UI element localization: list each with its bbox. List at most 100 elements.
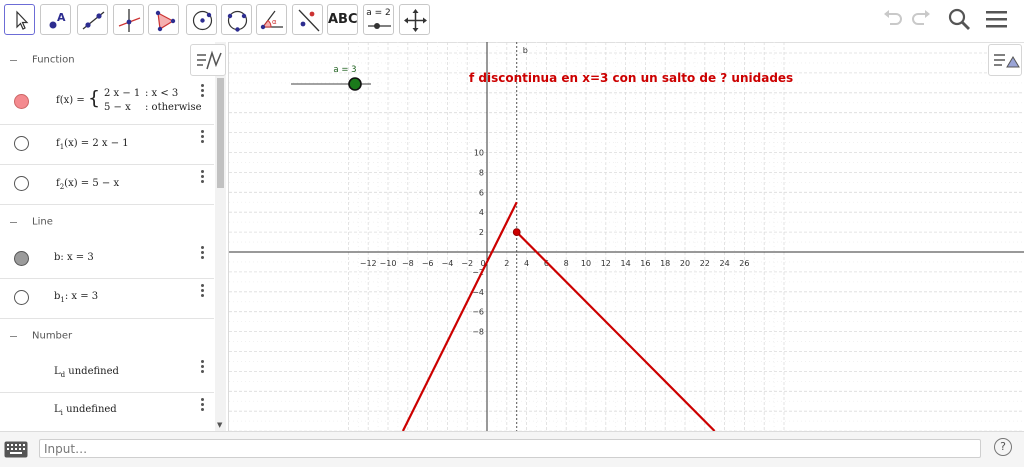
redo-icon[interactable] bbox=[910, 6, 932, 28]
visibility-toggle-icon[interactable] bbox=[14, 251, 29, 266]
polygon-tool[interactable] bbox=[148, 4, 179, 35]
algebra-item-b1[interactable]: b1: x = 3 bbox=[0, 278, 214, 319]
x-tick-label: −8 bbox=[402, 259, 414, 268]
graphics-view-style-icon bbox=[994, 54, 1020, 68]
line-tool[interactable] bbox=[77, 4, 108, 35]
case-2-condition: : otherwise bbox=[145, 102, 202, 113]
input-bar bbox=[0, 431, 1024, 467]
annotation-text: f discontinua en x=3 con un salto de ? u… bbox=[469, 71, 793, 85]
circle-center-icon bbox=[192, 10, 213, 31]
case-2-expression: 5 − x bbox=[104, 102, 131, 113]
x-tick-label: 18 bbox=[660, 259, 670, 268]
group-label: Line bbox=[32, 216, 53, 228]
reflect-tool[interactable] bbox=[292, 4, 323, 35]
line-b-label: b bbox=[523, 46, 528, 55]
slider-tool[interactable]: a = 2 bbox=[363, 4, 394, 35]
search-icon[interactable] bbox=[948, 8, 972, 32]
formula-text: f1(x) = 2 x − 1 bbox=[56, 138, 129, 151]
y-tick-label: 2 bbox=[479, 228, 484, 237]
more-options-icon[interactable] bbox=[201, 84, 205, 99]
algebra-item-f1[interactable]: f1(x) = 2 x − 1 bbox=[0, 124, 214, 165]
graphics-style-button[interactable] bbox=[988, 44, 1022, 76]
x-tick-label: 26 bbox=[739, 259, 749, 268]
cursor-arrow-icon bbox=[16, 10, 29, 30]
x-tick-label: 16 bbox=[640, 259, 650, 268]
undo-icon[interactable] bbox=[882, 6, 904, 28]
formula-text: b1: x = 3 bbox=[54, 291, 99, 304]
x-tick-label: −2 bbox=[461, 259, 473, 268]
x-tick-label: −6 bbox=[422, 259, 434, 268]
x-tick-label: −12 bbox=[360, 259, 377, 268]
formula-text: Ld undefined bbox=[54, 366, 119, 379]
point-icon: A bbox=[49, 11, 66, 29]
function-f-left-branch[interactable] bbox=[401, 201, 518, 431]
point-tool[interactable]: A bbox=[40, 4, 71, 35]
more-options-icon[interactable] bbox=[201, 246, 205, 261]
y-tick-label: 8 bbox=[479, 168, 484, 177]
x-tick-label: 2 bbox=[504, 259, 509, 268]
more-options-icon[interactable] bbox=[201, 130, 205, 145]
line-icon bbox=[82, 11, 105, 30]
graphics-view[interactable]: −12−10−8−6−4−202468101214161820222426108… bbox=[229, 42, 1024, 431]
group-header-function[interactable]: Function bbox=[0, 42, 214, 78]
hamburger-menu-icon[interactable] bbox=[985, 9, 1009, 31]
x-tick-label: 12 bbox=[601, 259, 611, 268]
discontinuity-point[interactable] bbox=[512, 228, 521, 237]
formula-text: Li undefined bbox=[54, 404, 117, 417]
slider-handle[interactable] bbox=[348, 77, 362, 91]
help-icon[interactable]: ? bbox=[994, 438, 1012, 456]
scroll-down-arrow-icon[interactable]: ▼ bbox=[217, 421, 222, 429]
text-tool-label: ABC bbox=[328, 12, 358, 27]
angle-icon: α bbox=[260, 10, 283, 30]
graphics-canvas[interactable]: −12−10−8−6−4−202468101214161820222426108… bbox=[229, 42, 1024, 431]
y-tick-label: 10 bbox=[474, 149, 484, 158]
group-header-number[interactable]: Number bbox=[0, 318, 214, 354]
x-tick-label: 20 bbox=[680, 259, 690, 268]
slider-label: a = 3 bbox=[333, 65, 356, 75]
x-tick-label: 8 bbox=[564, 259, 569, 268]
toolbar: A α ABC a = 2 bbox=[0, 0, 1024, 43]
perpendicular-icon bbox=[118, 9, 141, 32]
case-1-expression: 2 x − 1 bbox=[104, 88, 141, 99]
move-arrows-icon bbox=[404, 9, 427, 32]
algebra-style-button[interactable] bbox=[190, 44, 226, 76]
slider-icon bbox=[368, 23, 391, 29]
more-options-icon[interactable] bbox=[201, 360, 205, 375]
collapse-icon bbox=[10, 222, 17, 223]
visibility-toggle-icon[interactable] bbox=[14, 176, 29, 191]
y-tick-label: 4 bbox=[479, 208, 484, 217]
algebra-item-f2[interactable]: f2(x) = 5 − x bbox=[0, 164, 214, 205]
y-tick-label: −8 bbox=[472, 328, 484, 337]
collapse-icon bbox=[10, 60, 17, 61]
algebra-item-f[interactable]: f(x) = { 2 x − 1 : x < 3 5 − x : otherwi… bbox=[0, 78, 214, 125]
algebra-item-li[interactable]: Li undefined bbox=[0, 392, 214, 431]
formula-text: f2(x) = 5 − x bbox=[56, 178, 120, 191]
algebra-item-b[interactable]: b: x = 3 bbox=[0, 240, 214, 279]
input-field[interactable] bbox=[39, 439, 981, 458]
case-1-condition: : x < 3 bbox=[145, 88, 179, 99]
svg-text:α: α bbox=[272, 18, 277, 26]
keyboard-icon[interactable] bbox=[4, 441, 28, 458]
formula-text: b: x = 3 bbox=[54, 252, 94, 263]
text-tool[interactable]: ABC bbox=[327, 4, 358, 35]
visibility-toggle-icon[interactable] bbox=[14, 290, 29, 305]
move-graphics-view-tool[interactable] bbox=[399, 4, 430, 35]
perpendicular-line-tool[interactable] bbox=[113, 4, 144, 35]
more-options-icon[interactable] bbox=[201, 170, 205, 185]
angle-tool[interactable]: α bbox=[256, 4, 287, 35]
svg-text:A: A bbox=[57, 11, 66, 24]
visibility-toggle-icon[interactable] bbox=[14, 94, 29, 109]
group-header-line[interactable]: Line bbox=[0, 204, 214, 240]
visibility-toggle-icon[interactable] bbox=[14, 136, 29, 151]
algebra-scrollbar-thumb[interactable] bbox=[217, 78, 224, 188]
circle-center-point-tool[interactable] bbox=[186, 4, 217, 35]
circle-three-points-icon bbox=[227, 10, 248, 32]
more-options-icon[interactable] bbox=[201, 284, 205, 299]
group-label: Function bbox=[32, 54, 75, 66]
piecewise-brace: { bbox=[88, 87, 101, 109]
move-tool[interactable] bbox=[4, 4, 35, 35]
more-options-icon[interactable] bbox=[201, 398, 205, 413]
y-tick-label: −6 bbox=[472, 308, 484, 317]
algebra-item-ld[interactable]: Ld undefined bbox=[0, 354, 214, 393]
circle-three-points-tool[interactable] bbox=[221, 4, 252, 35]
